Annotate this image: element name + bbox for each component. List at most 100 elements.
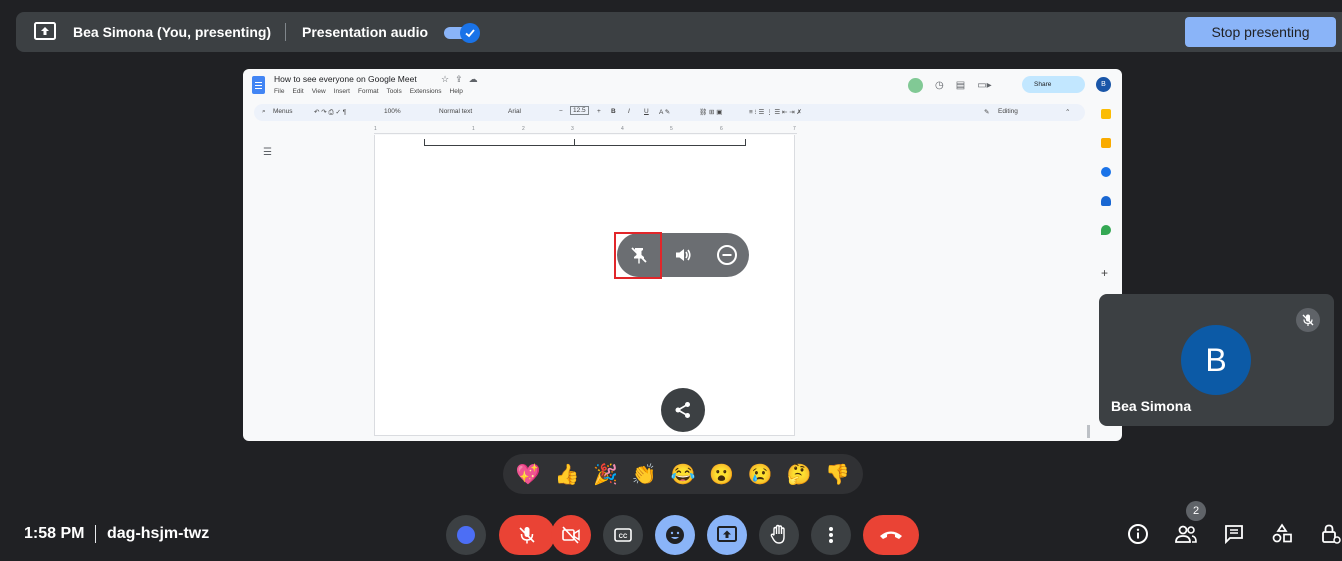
editing-pencil-icon: ✎ <box>984 109 990 116</box>
reaction-thinking[interactable]: 🤔 <box>781 456 817 492</box>
share-icon <box>675 402 690 418</box>
text-color-icon: A ✎ <box>659 109 671 116</box>
reactions-button[interactable] <box>655 515 695 555</box>
tasks-icon <box>1101 138 1111 148</box>
remove-icon[interactable] <box>715 243 739 267</box>
font-size-plus-icon: + <box>597 108 601 115</box>
ruler-tick: 7 <box>793 126 796 132</box>
docs-icon <box>252 76 265 94</box>
shared-screen: How to see everyone on Google Meet ☆⇪☁ F… <box>243 69 1122 441</box>
reaction-sparkling-heart[interactable]: 💖 <box>510 456 546 492</box>
insert-icons: ⛓ ⊞ ▣ <box>699 109 723 116</box>
doc-page <box>374 135 795 436</box>
maps-icon <box>1101 225 1111 235</box>
ruler-tick: 1 <box>472 126 475 132</box>
doc-title: How to see everyone on Google Meet <box>274 74 417 84</box>
presentation-audio-label: Presentation audio <box>302 24 429 40</box>
more-vert-icon <box>829 527 833 543</box>
doc-scrollbar <box>1087 425 1090 438</box>
share-float-button[interactable] <box>661 388 705 432</box>
contacts-icon <box>1101 196 1111 206</box>
italic-icon: I <box>628 108 630 115</box>
reaction-surprised[interactable]: 😮 <box>704 456 740 492</box>
effects-button[interactable] <box>446 515 486 555</box>
leave-call-button[interactable] <box>863 515 919 555</box>
participant-name: Bea Simona <box>1111 398 1192 414</box>
captions-icon: CC <box>614 528 632 542</box>
collapse-icon: ⌃ <box>1065 109 1071 116</box>
underline-icon: U <box>644 108 649 115</box>
reaction-thumbs-up[interactable]: 👍 <box>549 456 585 492</box>
undo-redo-print-icons: ↶ ↷ ⎙ ✓ ¶ <box>314 109 347 116</box>
calendar-icon <box>1101 167 1111 177</box>
presenter-name: Bea Simona (You, presenting) <box>73 24 272 40</box>
people-icon[interactable] <box>1174 522 1198 546</box>
speaker-icon[interactable] <box>671 243 695 267</box>
doc-share-button: Share <box>1022 76 1085 93</box>
doc-header-icons: ◷ ▤ ▭▸ <box>908 77 992 93</box>
toolbar-font: Arial <box>508 108 522 115</box>
hand-icon <box>770 524 785 544</box>
ruler-tick: 5 <box>670 126 673 132</box>
toolbar-zoom: 100% <box>384 108 401 115</box>
toolbar-style: Normal text <box>439 108 473 115</box>
camera-button[interactable] <box>551 515 591 555</box>
reaction-party-popper[interactable]: 🎉 <box>588 456 624 492</box>
reaction-crying[interactable]: 😢 <box>742 456 778 492</box>
font-size-minus-icon: − <box>559 108 563 115</box>
emoji-icon <box>666 526 684 544</box>
mic-off-icon <box>1296 308 1320 332</box>
comment-icon: ▤ <box>955 79 966 91</box>
raise-hand-button[interactable] <box>759 515 799 555</box>
search-icon: ⌕ <box>262 108 266 115</box>
more-options-button[interactable] <box>811 515 851 555</box>
doc-table <box>424 139 746 146</box>
present-screen-icon <box>34 22 56 40</box>
doc-account-avatar: B <box>1096 77 1111 92</box>
toolbar-search: Menus <box>273 108 293 115</box>
menu-extensions: Extensions <box>409 88 442 95</box>
check-icon <box>460 23 480 43</box>
share-label: Share <box>1034 81 1052 88</box>
toolbar-font-size: 12.5 <box>570 106 589 115</box>
present-screen-icon <box>717 526 737 542</box>
menu-tools: Tools <box>386 88 402 95</box>
star-move-cloud-icons: ☆⇪☁ <box>441 74 484 84</box>
reaction-thumbs-down[interactable]: 👎 <box>820 456 856 492</box>
highlight-annotation <box>614 232 662 279</box>
captions-button[interactable]: CC <box>603 515 643 555</box>
doc-menu-bar: File Edit View Insert Format Tools Exten… <box>274 88 463 95</box>
present-button[interactable] <box>707 515 747 555</box>
camera-off-icon <box>562 526 580 544</box>
stop-presenting-button[interactable]: Stop presenting <box>1185 17 1336 47</box>
outline-icon: ☰ <box>263 147 272 158</box>
microphone-button[interactable] <box>499 515 555 555</box>
meet-icon: ▭▸ <box>977 79 992 91</box>
divider <box>95 525 96 543</box>
meeting-details-icon[interactable] <box>1126 522 1150 546</box>
toolbar-mode: Editing <box>998 108 1018 115</box>
activities-icon[interactable] <box>1270 522 1294 546</box>
reaction-joy[interactable]: 😂 <box>665 456 701 492</box>
self-participant-tile[interactable]: B Bea Simona <box>1099 294 1334 426</box>
blue-dot-icon <box>457 526 475 544</box>
meeting-time: 1:58 PM <box>24 525 85 542</box>
avatar: B <box>1181 325 1251 395</box>
history-icon: ◷ <box>935 79 944 91</box>
ruler-tick: 3 <box>571 126 574 132</box>
doc-toolbar: ⌕ Menus ↶ ↷ ⎙ ✓ ¶ 100% Normal text Arial… <box>254 104 1085 121</box>
presentation-audio-toggle[interactable] <box>444 23 482 43</box>
ruler-tick: 6 <box>720 126 723 132</box>
align-list-icons: ≡ ⁝ ☰ ⋮ ☰ ⇤ ⇥ ✗ <box>749 109 802 116</box>
meeting-code: dag-hsjm-twz <box>107 525 210 542</box>
ruler-tick: 2 <box>522 126 525 132</box>
keep-icon <box>1101 109 1111 119</box>
ruler-tick: 4 <box>621 126 624 132</box>
svg-text:CC: CC <box>619 534 628 540</box>
host-controls-icon[interactable] <box>1318 522 1342 546</box>
menu-edit: Edit <box>292 88 304 95</box>
reactions-bar: 💖 👍 🎉 👏 😂 😮 😢 🤔 👎 <box>503 454 863 494</box>
chat-icon[interactable] <box>1222 522 1246 546</box>
menu-file: File <box>274 88 285 95</box>
reaction-clapping[interactable]: 👏 <box>626 456 662 492</box>
